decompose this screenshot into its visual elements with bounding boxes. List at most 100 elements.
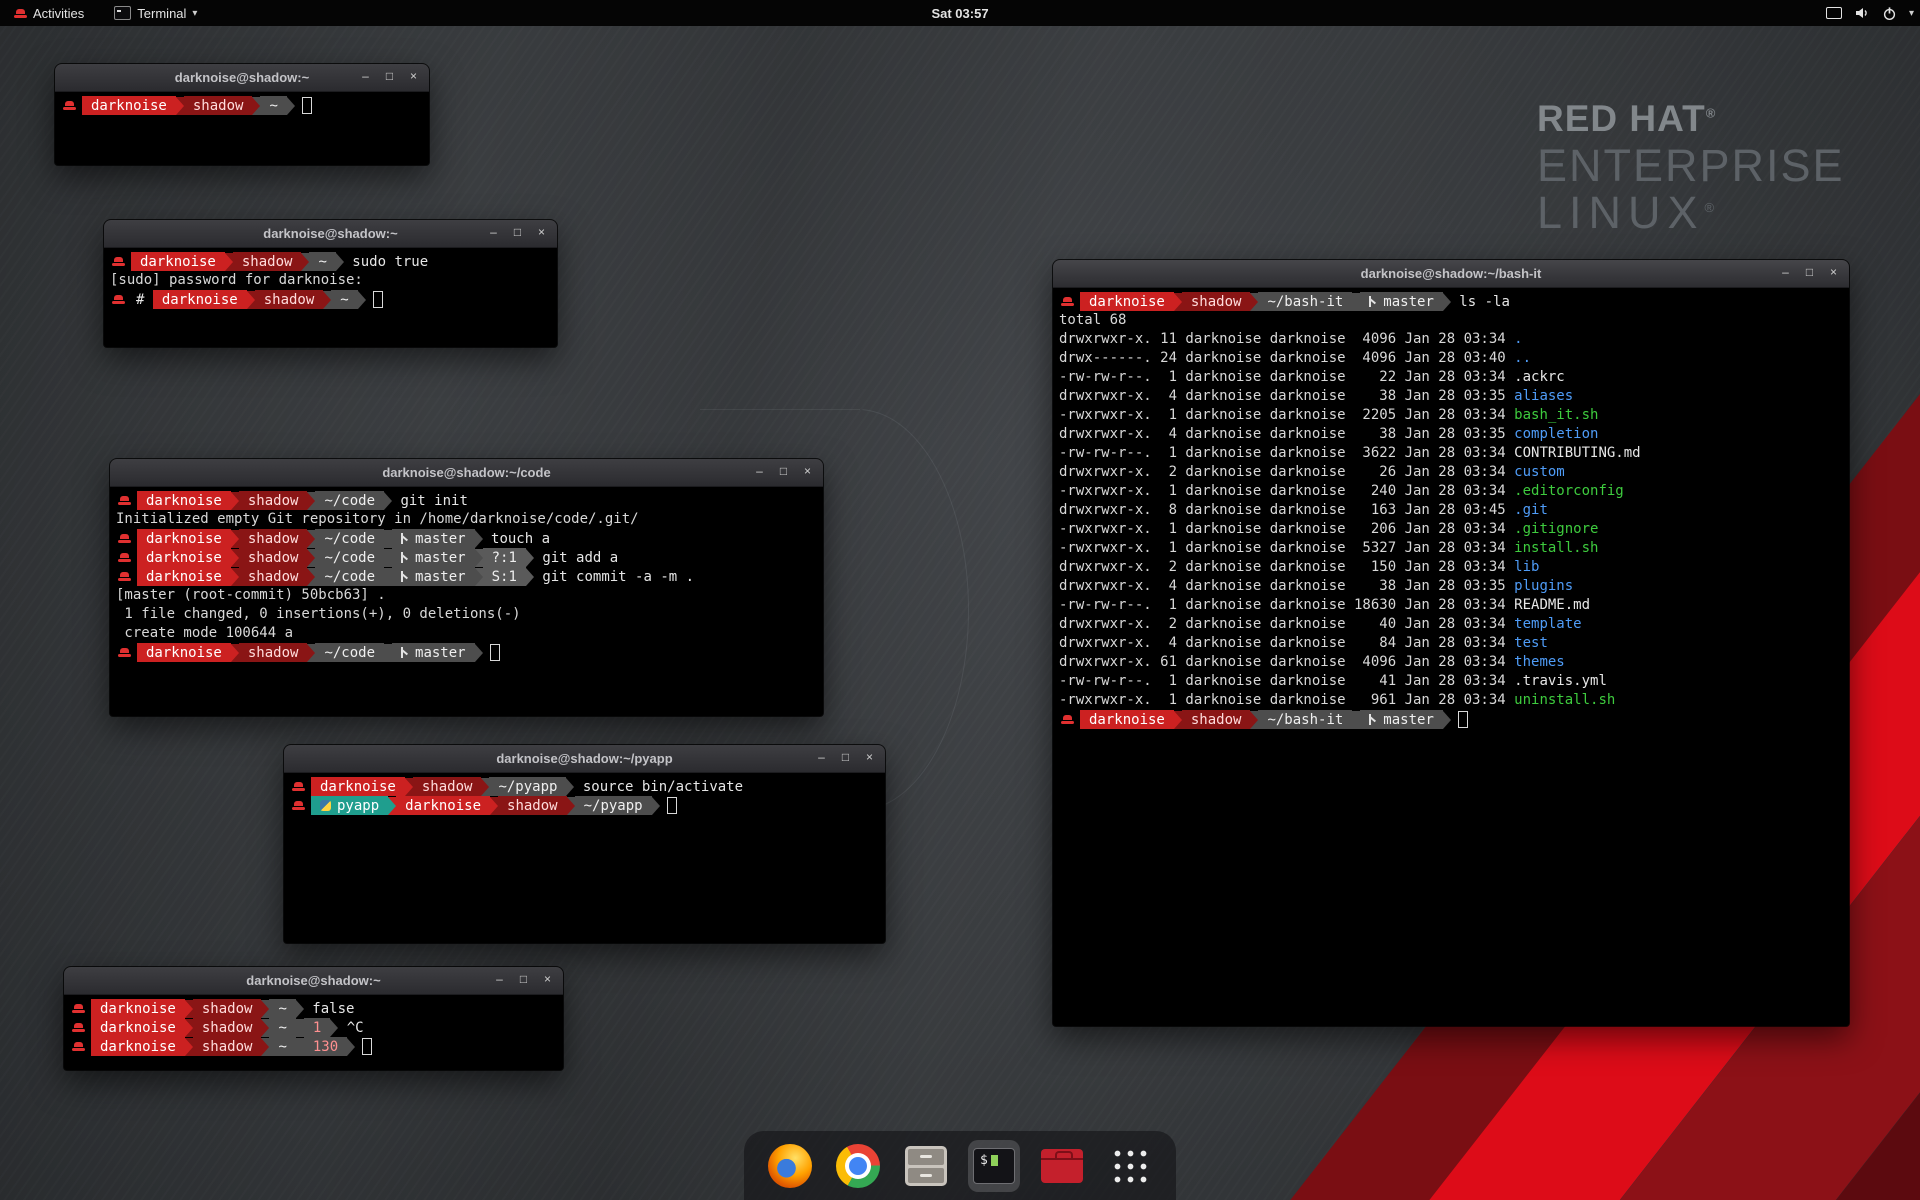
prompt-segment-path: ~ <box>331 290 357 309</box>
powerline-separator <box>252 97 260 115</box>
terminal-cursor <box>373 291 383 308</box>
terminal-content[interactable]: darknoiseshadow~/pyapp source bin/activa… <box>284 773 885 943</box>
prompt-segment-path: ~/bash-it <box>1258 710 1352 729</box>
redhat-prompt-icon <box>292 782 305 791</box>
terminal-window-home-2: darknoise@shadow:~ – □ × darknoise shadow… <box>64 967 563 1070</box>
minimize-button[interactable]: – <box>811 749 832 767</box>
prompt-segment-user: darknoise <box>396 796 490 815</box>
git-branch-icon <box>401 647 409 658</box>
maximize-button[interactable]: □ <box>1799 264 1820 282</box>
activities-label: Activities <box>33 6 84 21</box>
terminal-content[interactable]: darknoiseshadow~/bash-itmaster ls -latot… <box>1053 288 1849 1026</box>
toolbox-icon <box>1041 1149 1083 1183</box>
terminal-line: -rw-rw-r--. 1 darknoise darknoise 3622 J… <box>1059 444 1843 463</box>
terminal-cursor <box>490 644 500 661</box>
titlebar[interactable]: darknoise@shadow:~ – □ × <box>64 967 563 995</box>
prompt-segment-user: darknoise <box>137 643 231 662</box>
minimize-button[interactable]: – <box>355 68 376 86</box>
terminal-content[interactable]: darknoiseshadow~ sudo true[sudo] passwor… <box>104 248 557 347</box>
dock-item-chrome[interactable] <box>832 1140 884 1192</box>
titlebar[interactable]: darknoise@shadow:~/bash-it – □ × <box>1053 260 1849 288</box>
minimize-button[interactable]: – <box>489 971 510 989</box>
maximize-button[interactable]: □ <box>773 463 794 481</box>
command-text: ^C <box>338 1020 363 1036</box>
terminal-line: drwxrwxr-x. 61 darknoise darknoise 4096 … <box>1059 653 1843 672</box>
dock-item-app-grid[interactable] <box>1104 1140 1156 1192</box>
powerline-separator <box>307 568 315 586</box>
prompt-segment-user: darknoise <box>1080 292 1174 311</box>
terminal-content[interactable]: darknoiseshadow~ falsedarknoiseshadow~1 … <box>64 995 563 1070</box>
powerline-separator <box>526 549 534 567</box>
titlebar[interactable]: darknoise@shadow:~/pyapp – □ × <box>284 745 885 773</box>
terminal-content[interactable]: darknoiseshadow~/code git initInitialize… <box>110 487 823 716</box>
powerline-separator <box>1250 711 1258 729</box>
powerline-separator <box>231 644 239 662</box>
prompt-segment-user: darknoise <box>131 252 225 271</box>
dock-item-files[interactable] <box>900 1140 952 1192</box>
app-menu-terminal[interactable]: Terminal ▾ <box>108 0 203 26</box>
redhat-prompt-icon <box>72 1042 85 1051</box>
redhat-prompt-icon <box>118 648 131 657</box>
close-button[interactable]: × <box>797 463 818 481</box>
minimize-button[interactable]: – <box>483 224 504 242</box>
wallpaper-line <box>700 409 860 410</box>
maximize-button[interactable]: □ <box>379 68 400 86</box>
dock-item-toolbox[interactable] <box>1036 1140 1088 1192</box>
dock-item-terminal[interactable]: $ <box>968 1140 1020 1192</box>
terminal-line: total 68 <box>1059 311 1843 330</box>
window-title: darknoise@shadow:~ <box>175 70 309 85</box>
command-text: sudo true <box>344 254 428 270</box>
app-menu-label: Terminal <box>137 6 186 21</box>
close-button[interactable]: × <box>537 971 558 989</box>
prompt-segment-gitstatus: ?:1 <box>483 548 526 567</box>
close-button[interactable]: × <box>859 749 880 767</box>
close-button[interactable]: × <box>1823 264 1844 282</box>
prompt-segment-user: darknoise <box>1080 710 1174 729</box>
prompt-segment-host: shadow <box>239 567 308 586</box>
terminal-line: drwxrwxr-x. 2 darknoise darknoise 26 Jan… <box>1059 463 1843 482</box>
terminal-line: darknoiseshadow~/codemaster?:1 git add a <box>116 548 817 567</box>
prompt-segment-host: shadow <box>1182 710 1251 729</box>
powerline-separator <box>231 492 239 510</box>
close-button[interactable]: × <box>403 68 424 86</box>
terminal-line: -rw-rw-r--. 1 darknoise darknoise 41 Jan… <box>1059 672 1843 691</box>
maximize-button[interactable]: □ <box>513 971 534 989</box>
close-button[interactable]: × <box>531 224 552 242</box>
maximize-button[interactable]: □ <box>835 749 856 767</box>
prompt-segment-git: master <box>1360 292 1443 311</box>
file-name: .ackrc <box>1514 369 1565 385</box>
prompt-segment-user: darknoise <box>91 1037 185 1056</box>
powerline-separator <box>287 97 295 115</box>
file-name: custom <box>1514 464 1565 480</box>
titlebar[interactable]: darknoise@shadow:~ – □ × <box>104 220 557 248</box>
power-icon <box>1882 6 1897 21</box>
activities-button[interactable]: Activities <box>8 0 90 26</box>
chevron-down-icon: ▾ <box>192 8 197 19</box>
titlebar[interactable]: darknoise@shadow:~ – □ × <box>55 64 429 92</box>
terminal-cursor <box>1458 711 1468 728</box>
dock-item-firefox[interactable] <box>764 1140 816 1192</box>
clock[interactable]: Sat 03:57 <box>0 6 1920 21</box>
powerline-separator <box>176 97 184 115</box>
powerline-separator <box>330 1019 338 1037</box>
terminal-icon <box>114 6 131 20</box>
prompt-segment-git: master <box>1360 710 1443 729</box>
prompt-segment-path: ~/code <box>315 529 384 548</box>
file-name: .. <box>1514 350 1531 366</box>
terminal-cursor <box>302 97 312 114</box>
prompt-segment-git: master <box>392 567 475 586</box>
titlebar[interactable]: darknoise@shadow:~/code – □ × <box>110 459 823 487</box>
terminal-line: darknoiseshadow~/codemaster touch a <box>116 529 817 548</box>
minimize-button[interactable]: – <box>1775 264 1796 282</box>
powerline-separator <box>475 549 483 567</box>
prompt-segment-user: darknoise <box>137 529 231 548</box>
prompt-segment-host: shadow <box>193 999 262 1018</box>
minimize-button[interactable]: – <box>749 463 770 481</box>
prompt-segment-user: darknoise <box>311 777 405 796</box>
terminal-content[interactable]: darknoiseshadow~ <box>55 92 429 165</box>
terminal-line: Initialized empty Git repository in /hom… <box>116 510 817 529</box>
system-status-area[interactable]: ▾ <box>1826 0 1914 26</box>
file-name: .git <box>1514 502 1548 518</box>
powerline-separator <box>323 291 331 309</box>
maximize-button[interactable]: □ <box>507 224 528 242</box>
